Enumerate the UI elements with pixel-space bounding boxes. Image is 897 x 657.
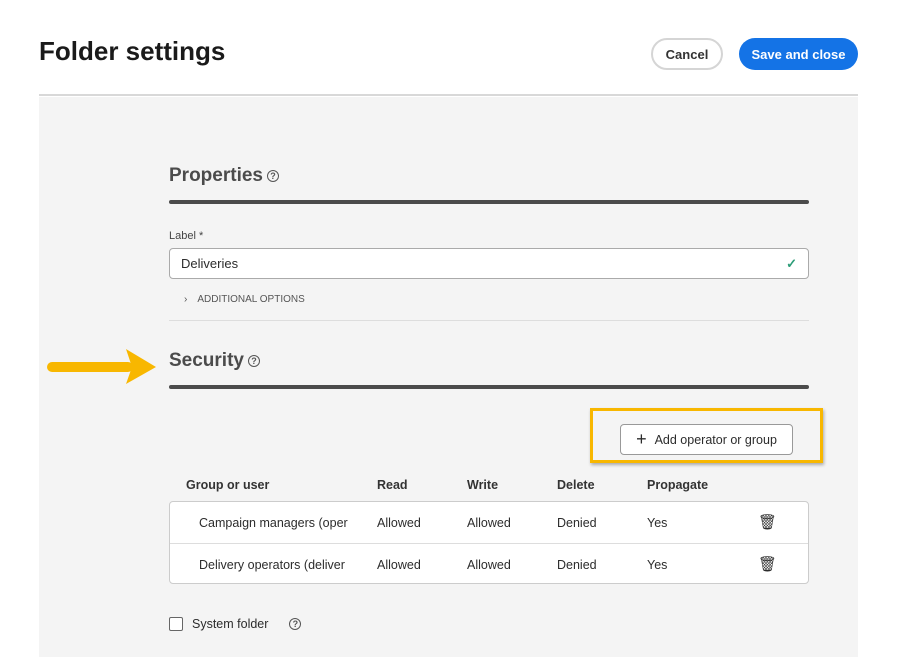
column-header: Propagate bbox=[647, 478, 709, 492]
divider bbox=[39, 94, 858, 96]
column-header: Group or user bbox=[186, 478, 270, 492]
column-header: Read bbox=[377, 478, 408, 492]
cancel-button[interactable]: Cancel bbox=[651, 38, 723, 70]
trash-icon[interactable]: 🗑 bbox=[758, 513, 777, 531]
section-bar bbox=[169, 385, 809, 389]
page-title: Folder settings bbox=[39, 36, 226, 66]
security-heading: Security? bbox=[169, 350, 260, 372]
divider bbox=[169, 320, 809, 321]
trash-icon[interactable]: 🗑 bbox=[758, 555, 777, 573]
properties-title: Properties bbox=[169, 165, 263, 186]
checkmark-icon: ✓ bbox=[786, 255, 797, 271]
label-input[interactable]: Deliveries ✓ bbox=[169, 248, 809, 279]
column-header: Write bbox=[467, 478, 499, 492]
help-icon[interactable]: ? bbox=[289, 618, 302, 630]
section-bar bbox=[169, 200, 809, 204]
column-header: Delete bbox=[557, 478, 595, 492]
label-field-label: Label * bbox=[169, 230, 204, 242]
label-value: Deliveries bbox=[181, 256, 239, 271]
table-row[interactable]: Campaign managers (oper Allowed Allowed … bbox=[170, 502, 808, 543]
additional-options-toggle[interactable]: › ADDITIONAL OPTIONS bbox=[184, 294, 305, 305]
save-and-close-button[interactable]: Save and close bbox=[739, 38, 858, 70]
table-row[interactable]: Delivery operators (deliver Allowed Allo… bbox=[170, 543, 808, 584]
help-icon[interactable]: ? bbox=[247, 355, 260, 367]
properties-heading: Properties? bbox=[169, 165, 279, 187]
system-folder-checkbox[interactable]: System folder? bbox=[169, 617, 302, 631]
security-title: Security bbox=[169, 350, 244, 371]
permissions-table: Campaign managers (oper Allowed Allowed … bbox=[169, 501, 809, 584]
chevron-right-icon: › bbox=[184, 294, 188, 305]
plus-icon: + bbox=[636, 429, 647, 449]
checkbox[interactable] bbox=[169, 617, 183, 631]
add-operator-button[interactable]: + Add operator or group bbox=[620, 424, 793, 455]
help-icon[interactable]: ? bbox=[266, 170, 279, 182]
arrow-annotation-icon bbox=[47, 349, 156, 384]
